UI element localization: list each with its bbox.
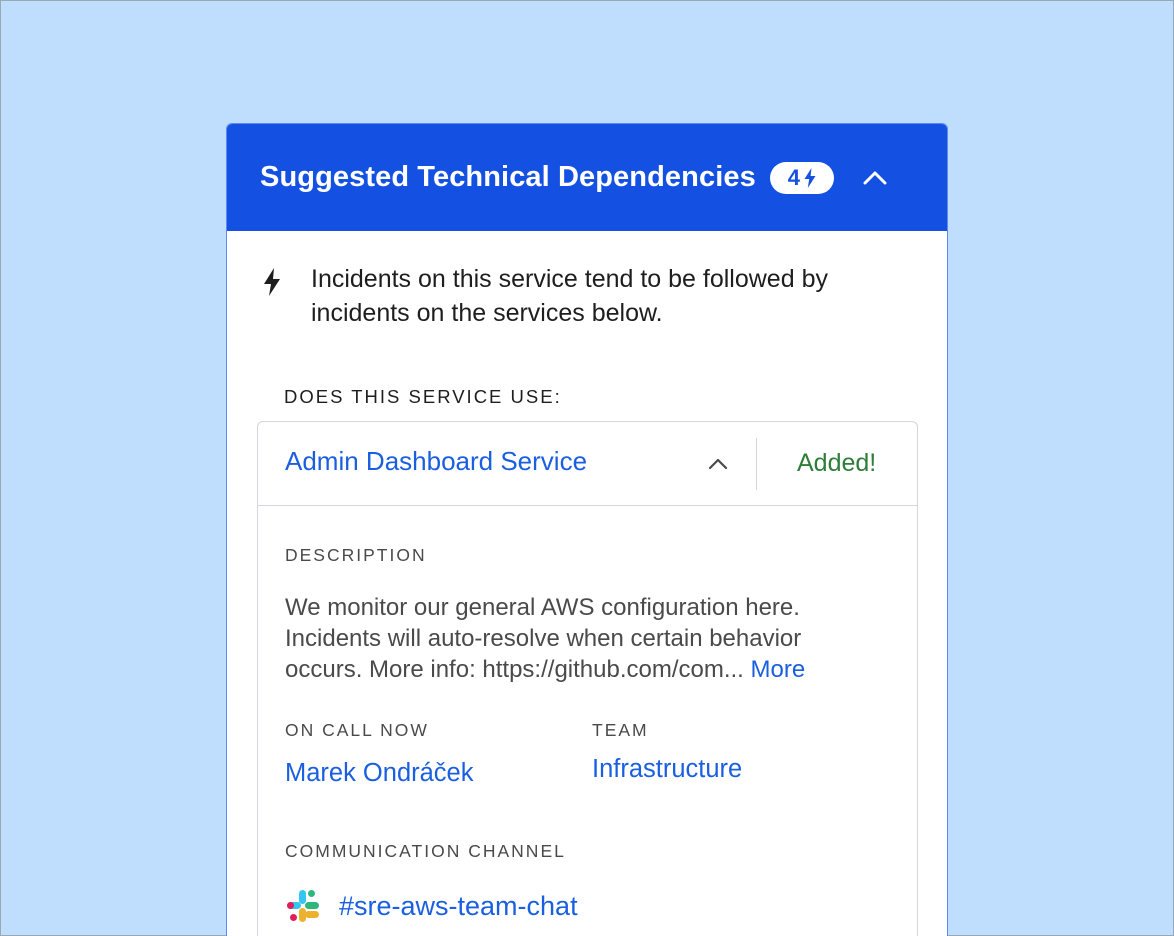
badge-count: 4 [787, 164, 800, 190]
slack-icon [287, 890, 319, 922]
hint-icon-wrap [263, 268, 285, 301]
service-description: We monitor our general AWS configuration… [285, 592, 885, 685]
service-card: Admin Dashboard Service Added! DESCRIPTI… [257, 421, 918, 936]
panel-header: Suggested Technical Dependencies 4 [227, 124, 947, 231]
communication-channel: #sre-aws-team-chat [285, 888, 578, 924]
description-text: We monitor our general AWS configuration… [285, 594, 802, 683]
team-link[interactable]: Infrastructure [592, 755, 742, 784]
lightning-bolt-icon [804, 167, 816, 188]
hint-text: Incidents on this service tend to be fol… [311, 265, 828, 327]
service-name-link[interactable]: Admin Dashboard Service [285, 446, 587, 477]
dependencies-panel: Suggested Technical Dependencies 4 Incid… [226, 123, 948, 936]
service-card-header: Admin Dashboard Service Added! [258, 422, 917, 506]
suggestion-count-badge: 4 [769, 161, 834, 194]
description-label: DESCRIPTION [285, 545, 427, 565]
more-link[interactable]: More [751, 656, 806, 683]
chevron-up-icon [863, 171, 887, 184]
collapse-service-button[interactable] [704, 450, 732, 478]
lightning-bolt-icon [264, 268, 280, 296]
channel-link[interactable]: #sre-aws-team-chat [339, 891, 578, 922]
panel-title: Suggested Technical Dependencies [260, 161, 756, 193]
team-label: TEAM [592, 720, 649, 740]
collapse-panel-button[interactable] [860, 163, 890, 193]
chevron-up-icon [708, 458, 728, 470]
header-divider [756, 438, 757, 490]
communication-channel-label: COMMUNICATION CHANNEL [285, 841, 566, 861]
added-status: Added! [797, 449, 877, 477]
on-call-person-link[interactable]: Marek Ondráček [285, 759, 474, 788]
on-call-label: ON CALL NOW [285, 720, 429, 740]
section-label: DOES THIS SERVICE USE: [284, 386, 562, 407]
dependency-hint: Incidents on this service tend to be fol… [263, 262, 891, 330]
